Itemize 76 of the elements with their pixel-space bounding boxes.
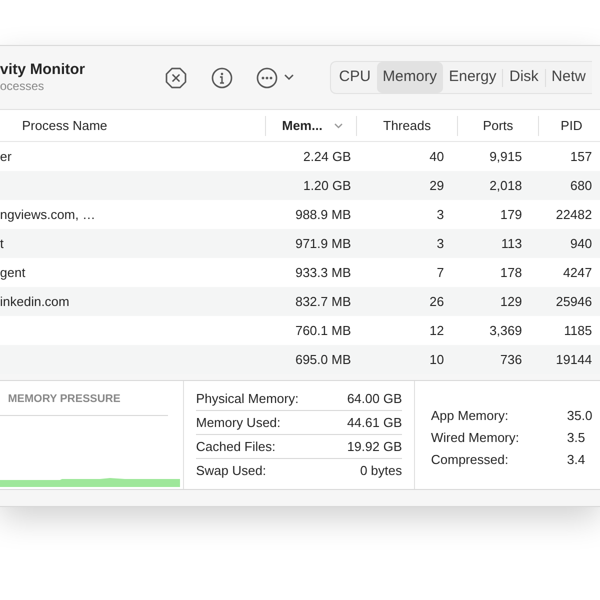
breakdown-value: 35.0	[567, 407, 592, 426]
table-cell-text: 736	[500, 350, 522, 369]
column-header[interactable]: PID	[539, 110, 600, 141]
table-cell-text: 4247	[563, 264, 592, 282]
table-cell: gent	[0, 264, 26, 280]
table-cell-text: 10	[430, 350, 444, 369]
stat-value: 64.00 GB	[347, 390, 402, 408]
column-header[interactable]: Mem...	[266, 110, 356, 141]
window-subtitle: ocesses	[0, 79, 46, 94]
stop-icon	[165, 66, 187, 88]
table-cell-text: 3	[436, 206, 444, 224]
breakdown-value: 3.4	[567, 451, 586, 470]
table-cell-text: 26	[430, 292, 444, 311]
column-header[interactable]: Threads	[357, 110, 457, 141]
table-cell-text: 1185	[564, 322, 592, 340]
stat-value: 0 bytes	[360, 462, 402, 480]
stat-value: 44.61 GB	[347, 414, 402, 432]
table-cell-text: 3	[436, 234, 444, 253]
process-row[interactable]: inkedin.com 832.7 MB 26 129 25946	[0, 287, 600, 316]
table-cell-text: 695.0 MB	[295, 350, 351, 369]
view-tab[interactable]: Netw	[546, 62, 592, 93]
table-cell-text: 940	[570, 234, 592, 253]
breakdown-value: 3.5	[567, 429, 586, 448]
table-cell: t	[0, 236, 4, 251]
column-header[interactable]: Process Name	[0, 110, 265, 141]
table-cell-text: 12	[430, 322, 444, 340]
table-cell-text: 2.24 GB	[303, 148, 351, 166]
breakdown-label: Wired Memory:	[431, 429, 520, 448]
table-cell-text: 1.20 GB	[303, 176, 351, 195]
stat-label: Physical Memory:	[196, 390, 299, 408]
table-cell: er	[0, 148, 12, 164]
memory-pressure-title: MEMORY PRESSURE	[8, 392, 122, 407]
table-cell-text: 178	[500, 264, 522, 282]
stat-label: Swap Used:	[196, 462, 266, 480]
table-cell-text: 3,369	[489, 322, 522, 340]
table-cell-text: 157	[570, 148, 592, 166]
window-title: vity Monitor	[0, 61, 86, 79]
table-cell-text: 2,018	[489, 176, 522, 195]
table-cell-text: 832.7 MB	[295, 292, 351, 311]
view-tab[interactable]: Disk	[503, 62, 545, 93]
stat-label: Memory Used:	[196, 414, 281, 432]
view-tab[interactable]: Energy	[442, 62, 502, 93]
breakdown-label: Compressed:	[431, 451, 510, 470]
process-row[interactable]: t 971.9 MB 3 113 940	[0, 229, 600, 258]
table-cell-text: 129	[500, 292, 522, 311]
stat-value: 19.92 GB	[347, 438, 402, 456]
table-cell-text: 179	[500, 206, 522, 224]
view-tab[interactable]: Memory	[376, 62, 443, 93]
process-row[interactable]: 1.20 GB 29 2,018 680	[0, 171, 600, 200]
table-cell-text: 40	[430, 148, 444, 166]
more-options-button[interactable]	[256, 66, 294, 90]
info-icon	[211, 66, 233, 88]
table-cell-text: 933.3 MB	[295, 264, 351, 282]
chevron-down-icon	[284, 74, 294, 81]
table-cell-text: 7	[436, 264, 444, 282]
info-button[interactable]	[210, 66, 234, 90]
table-cell-text: 25946	[556, 292, 592, 311]
table-cell-text: 22482	[556, 206, 592, 224]
process-row[interactable]: 695.0 MB 10 736 19144	[0, 345, 600, 374]
sort-chevron-icon	[334, 122, 344, 128]
ellipsis-icon	[256, 66, 278, 88]
view-tab[interactable]: CPU	[333, 62, 377, 93]
table-cell-text: 988.9 MB	[295, 206, 351, 224]
table-cell-text: 680	[570, 176, 592, 195]
table-cell-text: 29	[430, 176, 444, 195]
table-cell-text: 19144	[556, 350, 592, 369]
column-header[interactable]: Ports	[458, 110, 538, 141]
table-cell-text: 971.9 MB	[295, 234, 351, 253]
table-cell: inkedin.com	[0, 294, 70, 309]
breakdown-label: App Memory:	[431, 407, 510, 426]
stop-process-button[interactable]	[164, 66, 188, 90]
table-cell-text: 9,915	[489, 148, 522, 166]
table-cell-text: 113	[501, 234, 522, 253]
table-cell-text: 760.1 MB	[295, 322, 351, 340]
stat-label: Cached Files:	[196, 438, 276, 456]
table-cell: ngviews.com, …	[0, 206, 96, 222]
